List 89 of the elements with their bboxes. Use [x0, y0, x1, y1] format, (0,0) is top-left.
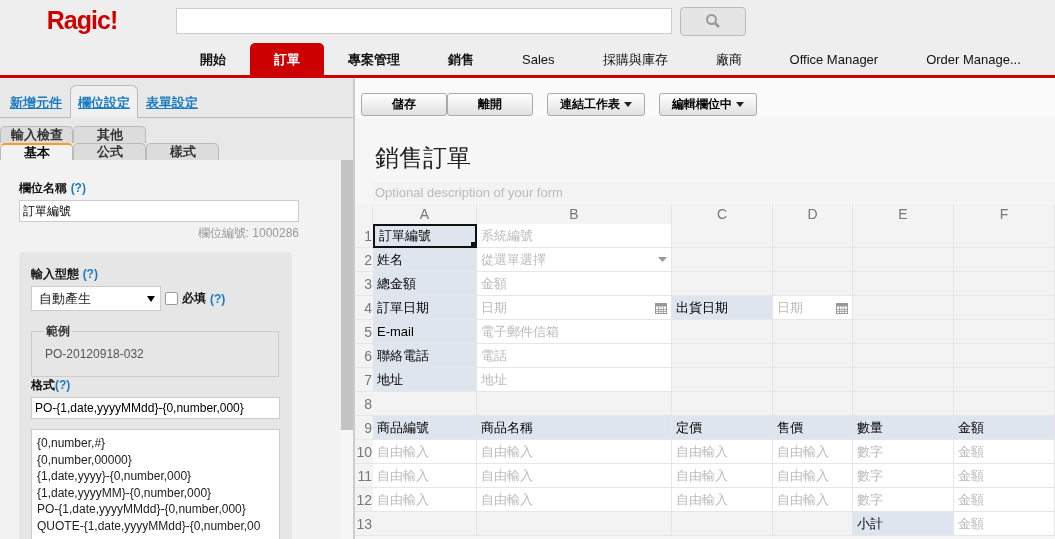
grid-cell[interactable]	[853, 296, 954, 320]
field-label[interactable]: 小計	[853, 512, 954, 536]
required-label: 必填	[182, 290, 206, 307]
format-preset[interactable]: {0,number,00000}	[37, 451, 279, 469]
sub-tab[interactable]: 其他	[73, 126, 146, 143]
calendar-icon	[655, 301, 667, 314]
grid-cell[interactable]	[672, 248, 773, 272]
toolbar-button[interactable]: 離開	[447, 93, 533, 116]
scrollbar-thumb[interactable]	[341, 160, 353, 430]
sub-tab[interactable]: 輸入檢查	[0, 126, 73, 143]
format-input[interactable]: PO-{1,date,yyyyMMdd}-{0,number,000}	[31, 397, 280, 419]
nav-tab[interactable]: 開始	[176, 43, 250, 75]
nav-tab[interactable]: 廠商	[691, 43, 766, 75]
input-type-select[interactable]: 自動產生	[31, 286, 161, 311]
format-preset[interactable]: PO-{1,date,yyyyMMdd}-{0,number,000}	[37, 501, 279, 518]
input-type-label: 輸入型態	[31, 267, 79, 281]
nav-tab[interactable]: Office Manager	[765, 43, 903, 75]
caret-icon	[736, 102, 744, 107]
help-link[interactable]: (?)	[210, 291, 226, 306]
search-button[interactable]	[680, 6, 746, 36]
grid-cell[interactable]	[672, 368, 773, 392]
field-name-label: 欄位名稱	[19, 181, 67, 195]
search-icon	[705, 13, 721, 29]
caret-icon	[624, 102, 632, 107]
format-preset[interactable]: {1,date,yyyyMM}-{0,number,000}	[37, 484, 279, 502]
grid-cell[interactable]	[773, 320, 853, 344]
field-id-text: 欄位編號: 1000286	[196, 225, 299, 242]
field-label[interactable]: 訂單編號	[373, 224, 477, 248]
format-preset[interactable]: QUOTE-{1,date,yyyyMMdd}-{0,number,00	[37, 517, 279, 535]
panel-tab[interactable]: 欄位設定	[70, 85, 138, 118]
panel-tab[interactable]: 表單設定	[138, 85, 206, 118]
toolbar-button[interactable]: 編輯欄位中	[659, 93, 757, 116]
format-preset[interactable]: {0,number,#}	[37, 435, 279, 452]
sub-tab[interactable]: 基本	[0, 143, 73, 160]
grid-cell[interactable]	[853, 320, 954, 344]
nav-tab[interactable]: 專案管理	[324, 43, 424, 75]
field-label[interactable]: 商品名稱	[477, 416, 672, 440]
field-label[interactable]: 聯絡電話	[373, 344, 477, 368]
grid-cell[interactable]	[853, 272, 954, 296]
help-link[interactable]: (?)	[55, 378, 71, 392]
example-legend: 範例	[44, 323, 72, 340]
nav-tab[interactable]: Order Manage...	[902, 43, 1045, 75]
grid-cell[interactable]	[672, 344, 773, 368]
field-label[interactable]: 數量	[853, 416, 954, 440]
logo[interactable]: Ragic!	[0, 5, 170, 35]
field-label[interactable]: 總金額	[373, 272, 477, 296]
caret-icon	[147, 295, 155, 302]
field-label[interactable]: 售價	[773, 416, 853, 440]
field-label[interactable]: E-mail	[373, 320, 477, 344]
example-value: PO-20120918-032	[45, 347, 145, 361]
grid-cell[interactable]	[373, 512, 477, 536]
sub-tab[interactable]: 公式	[73, 143, 146, 160]
field-label[interactable]: 商品編號	[373, 416, 477, 440]
grid-cell[interactable]	[672, 224, 773, 248]
panel-tab[interactable]: 新增元件	[2, 85, 70, 118]
calendar-icon	[836, 301, 848, 314]
field-label[interactable]: 姓名	[373, 248, 477, 272]
help-link[interactable]: (?)	[70, 181, 86, 195]
format-label: 格式	[31, 378, 55, 392]
scrollbar[interactable]	[341, 160, 353, 539]
nav-tab[interactable]: 訂單	[250, 43, 324, 75]
field-label[interactable]: 出貨日期	[672, 296, 773, 320]
format-preset[interactable]: {1,date,yyyy}-{0,number,000}	[37, 468, 279, 485]
grid-cell[interactable]	[672, 512, 773, 536]
toolbar-button[interactable]: 連結工作表	[547, 93, 645, 116]
grid-cell[interactable]	[773, 272, 853, 296]
field-label[interactable]: 地址	[373, 368, 477, 392]
grid-cell[interactable]	[373, 392, 477, 416]
toolbar-button[interactable]: 儲存	[361, 93, 447, 116]
help-link[interactable]: (?)	[82, 267, 98, 281]
required-checkbox[interactable]	[165, 292, 178, 305]
grid-cell[interactable]	[477, 512, 672, 536]
form-title[interactable]: 銷售訂單	[375, 142, 1055, 174]
caret-icon	[658, 257, 667, 262]
grid-cell[interactable]	[672, 320, 773, 344]
grid-cell[interactable]	[773, 512, 853, 536]
nav-tab[interactable]: Sales	[498, 43, 579, 75]
field-label[interactable]: 訂單日期	[373, 296, 477, 320]
field-label[interactable]: 定價	[672, 416, 773, 440]
nav-tab[interactable]: 銷售	[424, 43, 498, 75]
field-label[interactable]: 金額	[954, 416, 1055, 440]
grid-cell[interactable]	[672, 272, 773, 296]
field-name-input[interactable]: 訂單編號	[19, 200, 299, 222]
search-field[interactable]	[176, 8, 672, 34]
grid-cell[interactable]	[477, 392, 672, 416]
grid-cell[interactable]	[672, 392, 773, 416]
nav-tab[interactable]: 採購與庫存	[578, 43, 692, 75]
sub-tab[interactable]: 樣式	[146, 143, 219, 160]
format-presets-list[interactable]: {0,number,#} {0,number,00000} {1,date,yyyy}-{0,number,000} {1,date,yyyyMM}-{0,number,000} PO-{1,date,yyyyMMdd}-{0,number,000} QUOTE-{1,date,yyyyMMdd}-{0,number,00	[31, 429, 280, 539]
